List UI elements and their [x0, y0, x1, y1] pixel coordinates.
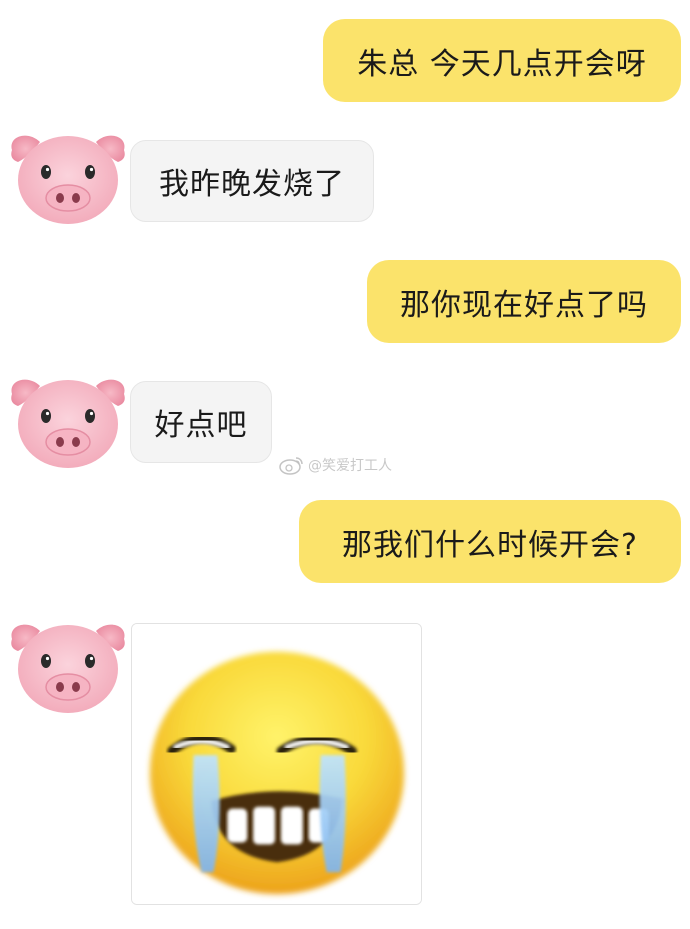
message-bubble-outgoing[interactable]: 那你现在好点了吗	[367, 260, 681, 343]
watermark-text: @笑爱打工人	[308, 458, 392, 474]
watermark: @笑爱打工人	[278, 455, 392, 475]
message-text: 好点吧	[154, 408, 248, 443]
message-text: 那我们什么时候开会?	[342, 527, 638, 563]
weibo-icon	[278, 455, 304, 475]
message-bubble-incoming[interactable]: 好点吧	[130, 381, 272, 463]
pig-face-icon[interactable]	[6, 128, 130, 228]
message-bubble-outgoing[interactable]: 那我们什么时候开会?	[299, 500, 681, 583]
pig-face-icon[interactable]	[6, 617, 130, 717]
message-bubble-outgoing[interactable]: 朱总 今天几点开会呀	[323, 19, 681, 102]
message-text: 那你现在好点了吗	[400, 287, 648, 323]
message-bubble-incoming[interactable]: 我昨晚发烧了	[130, 140, 374, 222]
pig-face-icon[interactable]	[6, 372, 130, 472]
crying-laughing-emoji-sticker[interactable]	[131, 623, 422, 905]
message-text: 朱总 今天几点开会呀	[357, 46, 647, 82]
message-text: 我昨晚发烧了	[159, 167, 345, 202]
